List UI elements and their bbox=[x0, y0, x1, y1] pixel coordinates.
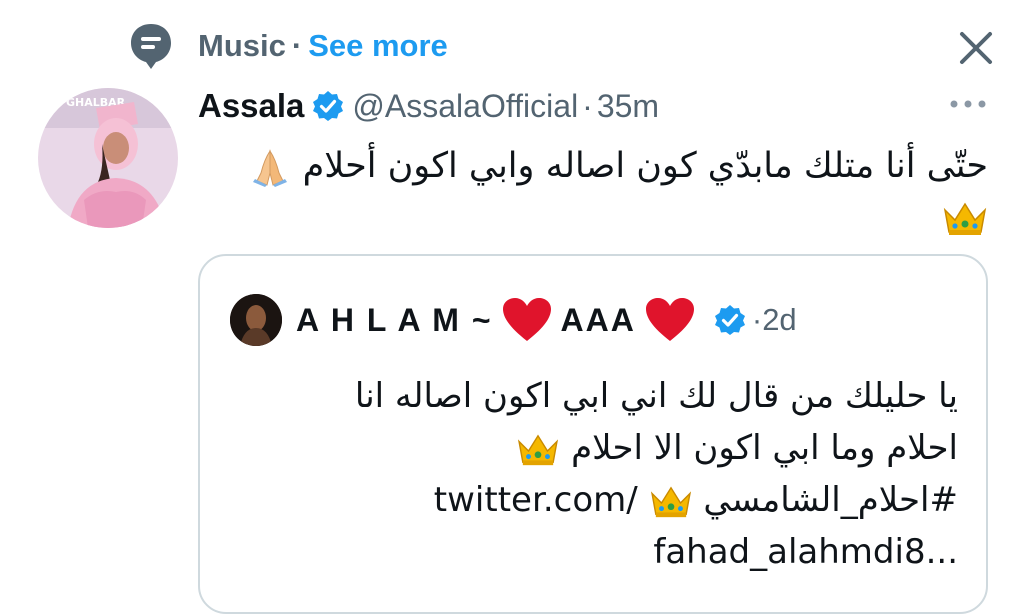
tweet-time[interactable]: 35m bbox=[597, 88, 659, 125]
quoted-author-name-part2[interactable]: AAA bbox=[561, 302, 636, 339]
topic-separator: · bbox=[291, 28, 303, 63]
quoted-verified-badge-icon bbox=[714, 305, 745, 335]
topic-line: Music · See more bbox=[198, 28, 448, 64]
hashtag-link[interactable]: #احلام_الشامسي bbox=[703, 480, 958, 520]
quoted-line-3: #احلام_الشامسي twitter.com/ bbox=[218, 474, 958, 526]
link-text-part2[interactable]: fahad_alahmdi8... bbox=[218, 526, 958, 578]
crown-icon bbox=[650, 485, 691, 517]
folded-hands-icon bbox=[253, 149, 288, 187]
quoted-dot: · bbox=[751, 302, 763, 337]
author-name[interactable]: Assala bbox=[198, 87, 304, 125]
quoted-time[interactable]: 2d bbox=[762, 302, 796, 338]
verified-badge-icon bbox=[313, 91, 344, 121]
quoted-line-2: احلام وما ابي اكون الا احلام bbox=[218, 422, 958, 474]
quoted-header: A H L A M ~ AAA · 2d bbox=[296, 296, 797, 344]
quoted-tweet[interactable]: A H L A M ~ AAA · 2d يا حليلك من قال لك … bbox=[198, 254, 988, 614]
tweet-text: حتّى أنا متلك مابدّي كون اصاله وابي اكون… bbox=[208, 140, 988, 244]
quoted-line-2-text: احلام وما ابي اكون الا احلام bbox=[571, 428, 958, 468]
author-handle[interactable]: @AssalaOfficial bbox=[352, 88, 578, 125]
red-heart-icon-2 bbox=[645, 298, 694, 341]
tweet-header: Assala @AssalaOfficial · 35m bbox=[198, 86, 659, 126]
quoted-author-avatar[interactable] bbox=[230, 294, 282, 346]
link-text-part1[interactable]: twitter.com/ bbox=[434, 480, 638, 520]
tweet-line-1: حتّى أنا متلك مابدّي كون اصاله وابي اكون… bbox=[208, 140, 988, 192]
crown-icon bbox=[943, 202, 987, 235]
red-heart-icon bbox=[502, 298, 551, 341]
quoted-text: يا حليلك من قال لك اني ابي اكون اصاله ان… bbox=[218, 370, 958, 578]
crown-icon bbox=[518, 433, 559, 465]
quoted-line-1: يا حليلك من قال لك اني ابي اكون اصاله ان… bbox=[354, 376, 958, 416]
quoted-avatar-image bbox=[230, 294, 282, 346]
avatar-image: GHALBAR bbox=[38, 88, 178, 228]
topic-pin-icon bbox=[131, 24, 171, 69]
topic-label[interactable]: Music bbox=[198, 28, 286, 63]
see-more-link[interactable]: See more bbox=[308, 28, 448, 63]
topic-header: Music · See more bbox=[0, 0, 1024, 90]
more-dots-icon[interactable] bbox=[946, 96, 990, 112]
tweet-line-2 bbox=[208, 192, 988, 244]
header-dot: · bbox=[582, 87, 593, 124]
close-icon[interactable] bbox=[956, 28, 996, 68]
quoted-author-name-part1[interactable]: A H L A M ~ bbox=[296, 302, 493, 339]
tweet-line-1-text: حتّى أنا متلك مابدّي كون اصاله وابي اكون… bbox=[302, 146, 988, 186]
author-avatar[interactable]: GHALBAR bbox=[38, 88, 178, 228]
